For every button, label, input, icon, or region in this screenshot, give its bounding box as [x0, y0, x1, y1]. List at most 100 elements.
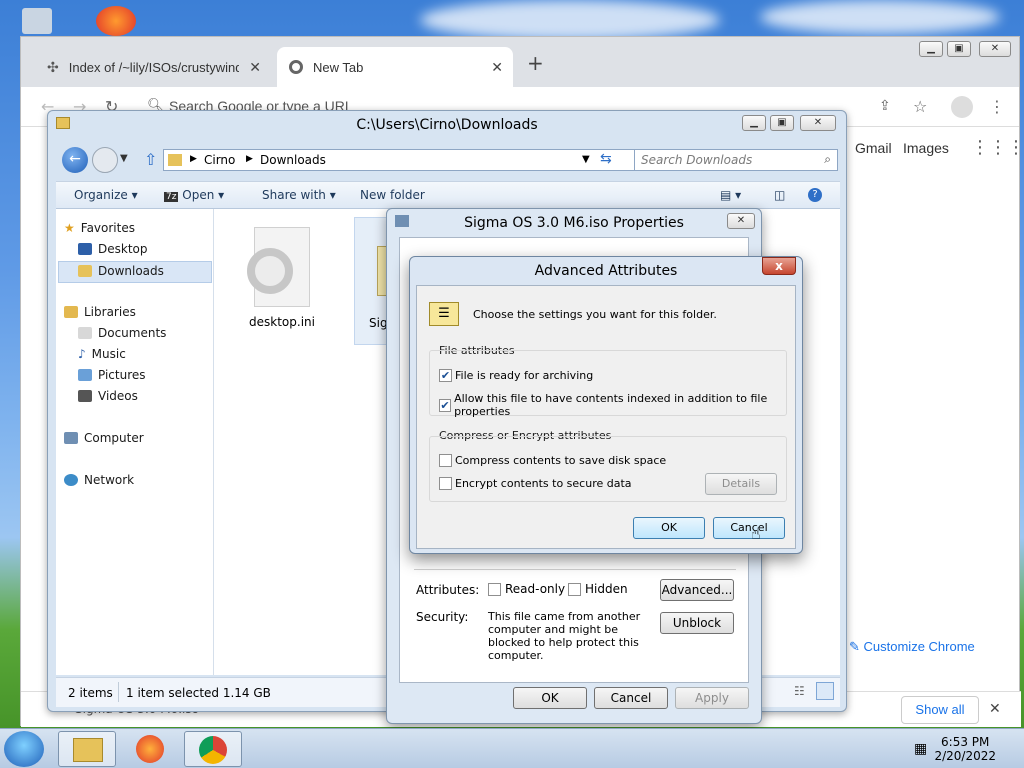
nav-network[interactable]: Network [64, 473, 134, 487]
chrome-icon [199, 736, 227, 764]
address-bar[interactable]: ▶ Cirno ▶ Downloads ▼ ⇆ [163, 149, 643, 171]
close-window-button[interactable]: ✕ [979, 41, 1011, 57]
advanced-button[interactable]: Advanced... [660, 579, 734, 601]
recycle-bin-icon[interactable] [22, 8, 52, 34]
gmail-link[interactable]: Gmail [855, 140, 892, 156]
nav-videos[interactable]: Videos [78, 389, 138, 403]
ok-button[interactable]: OK [633, 517, 705, 539]
history-dropdown-icon[interactable]: ▼ [120, 153, 128, 164]
new-tab-icon[interactable]: + [527, 51, 544, 75]
unblock-button[interactable]: Unblock [660, 612, 734, 634]
close-tab-icon[interactable]: ✕ [249, 59, 261, 76]
taskbar-explorer[interactable] [58, 731, 116, 767]
nav-documents[interactable]: Documents [78, 326, 166, 340]
nav-pictures[interactable]: Pictures [78, 368, 146, 382]
firefox-icon [136, 735, 164, 763]
apply-button[interactable]: Apply [675, 687, 749, 709]
checkbox-box [488, 582, 501, 596]
close-dialog-button[interactable]: x [762, 257, 796, 275]
minimize-button[interactable]: ▁ [919, 41, 943, 57]
new-folder-button[interactable]: New folder [360, 188, 425, 202]
minimize-button[interactable]: ▁ [742, 115, 766, 131]
taskbar: ▦ 6:53 PM 2/20/2022 [0, 728, 1024, 768]
nav-favorites[interactable]: ★ Favorites [64, 221, 135, 235]
file-item[interactable]: desktop.ini [234, 223, 330, 341]
taskbar-chrome[interactable] [184, 731, 242, 767]
readonly-checkbox[interactable]: Read-only [488, 582, 565, 596]
refresh-icon[interactable]: ⇆ [600, 151, 612, 167]
computer-icon [64, 432, 78, 444]
close-shelf-icon[interactable]: ✕ [989, 701, 1001, 717]
videos-icon [78, 390, 92, 402]
cancel-button[interactable]: Cancel [594, 687, 668, 709]
nav-libraries[interactable]: Libraries [64, 305, 136, 319]
forward-button[interactable] [92, 147, 118, 173]
help-icon[interactable]: ? [808, 188, 822, 202]
hidden-checkbox[interactable]: Hidden [568, 582, 628, 596]
index-checkbox[interactable]: ✔ Allow this file to have contents indexe… [439, 392, 795, 418]
documents-icon [78, 327, 92, 339]
nav-downloads[interactable]: Downloads [78, 264, 164, 278]
breadcrumb-downloads[interactable]: Downloads [260, 153, 326, 167]
mouse-cursor-icon: ☝ [751, 524, 761, 543]
close-dialog-button[interactable]: ✕ [727, 213, 755, 229]
search-icon: ⌕ [824, 152, 831, 166]
clock[interactable]: 6:53 PM 2/20/2022 [934, 735, 996, 763]
folder-icon [168, 154, 182, 166]
taskbar-firefox[interactable] [122, 731, 180, 767]
start-button[interactable] [4, 731, 44, 767]
gear-icon [247, 248, 293, 294]
customize-chrome-button[interactable]: ✎ Customize Chrome [839, 633, 999, 663]
encrypt-checkbox[interactable]: Encrypt contents to secure data [439, 477, 632, 490]
pencil-icon: ✎ [849, 639, 864, 654]
separator [118, 682, 119, 702]
bookmark-star-icon[interactable]: ☆ [913, 97, 927, 116]
organize-menu[interactable]: Organize ▾ [74, 188, 138, 202]
cancel-button[interactable]: Cancel [713, 517, 785, 539]
tab-label: Index of /~lily/ISOs/crustywindo [68, 59, 239, 75]
profile-avatar-icon[interactable] [951, 96, 973, 118]
back-button[interactable]: ← [62, 147, 88, 173]
images-link[interactable]: Images [903, 140, 949, 156]
compress-checkbox[interactable]: Compress contents to save disk space [439, 454, 666, 467]
open-menu[interactable]: 7z Open ▾ [164, 188, 224, 202]
up-arrow-icon[interactable]: ⇧ [144, 150, 157, 169]
intro-text: Choose the settings you want for this fo… [473, 308, 717, 321]
dialog-title: Sigma OS 3.0 M6.iso Properties [464, 215, 684, 231]
archive-checkbox[interactable]: ✔ File is ready for archiving [439, 369, 593, 382]
close-window-button[interactable]: ✕ [800, 115, 836, 131]
checkbox-box [439, 454, 452, 467]
show-all-button[interactable]: Show all [901, 696, 979, 724]
nav-desktop[interactable]: Desktop [78, 242, 148, 256]
libraries-icon [64, 306, 78, 318]
maximize-button[interactable]: ▣ [770, 115, 794, 131]
tab-iso-index[interactable]: ✣ Index of /~lily/ISOs/crustywindo ✕ [35, 47, 271, 87]
attributes-label: Attributes: [416, 583, 480, 597]
search-input[interactable]: Search Downloads ⌕ [634, 149, 838, 171]
details-view-icon[interactable]: ☷ [794, 684, 805, 698]
clock-time: 6:53 PM [941, 735, 990, 749]
puzzle-icon: ✣ [47, 58, 59, 75]
nav-music[interactable]: ♪ Music [78, 347, 126, 361]
address-dropdown-icon[interactable]: ▼ [582, 154, 590, 165]
nav-computer[interactable]: Computer [64, 431, 144, 445]
view-options-icon[interactable]: ▤ ▾ [720, 188, 741, 202]
dialog-body: ☰ Choose the settings you want for this … [416, 285, 796, 549]
maximize-button[interactable]: ▣ [947, 41, 971, 57]
close-tab-icon[interactable]: ✕ [491, 59, 503, 76]
network-icon [64, 474, 78, 486]
large-icons-view-icon[interactable] [816, 682, 834, 700]
share-icon[interactable]: ⇪ [879, 98, 891, 114]
network-tray-icon[interactable]: ▦ [914, 741, 927, 757]
menu-dots-icon[interactable]: ⋮ [989, 97, 1005, 116]
navigation-pane: ★ Favorites Desktop Downloads Libraries D… [56, 209, 214, 675]
chevron-right-icon: ▶ [246, 154, 253, 164]
preview-pane-icon[interactable]: ◫ [774, 188, 785, 202]
ok-button[interactable]: OK [513, 687, 587, 709]
apps-grid-icon[interactable]: ⋮⋮⋮ [971, 137, 1024, 158]
breadcrumb-cirno[interactable]: Cirno [204, 153, 235, 167]
firefox-desktop-icon[interactable] [96, 6, 136, 36]
tab-new-tab[interactable]: New Tab ✕ [277, 47, 513, 87]
details-button[interactable]: Details [705, 473, 777, 495]
share-with-menu[interactable]: Share with ▾ [262, 188, 336, 202]
